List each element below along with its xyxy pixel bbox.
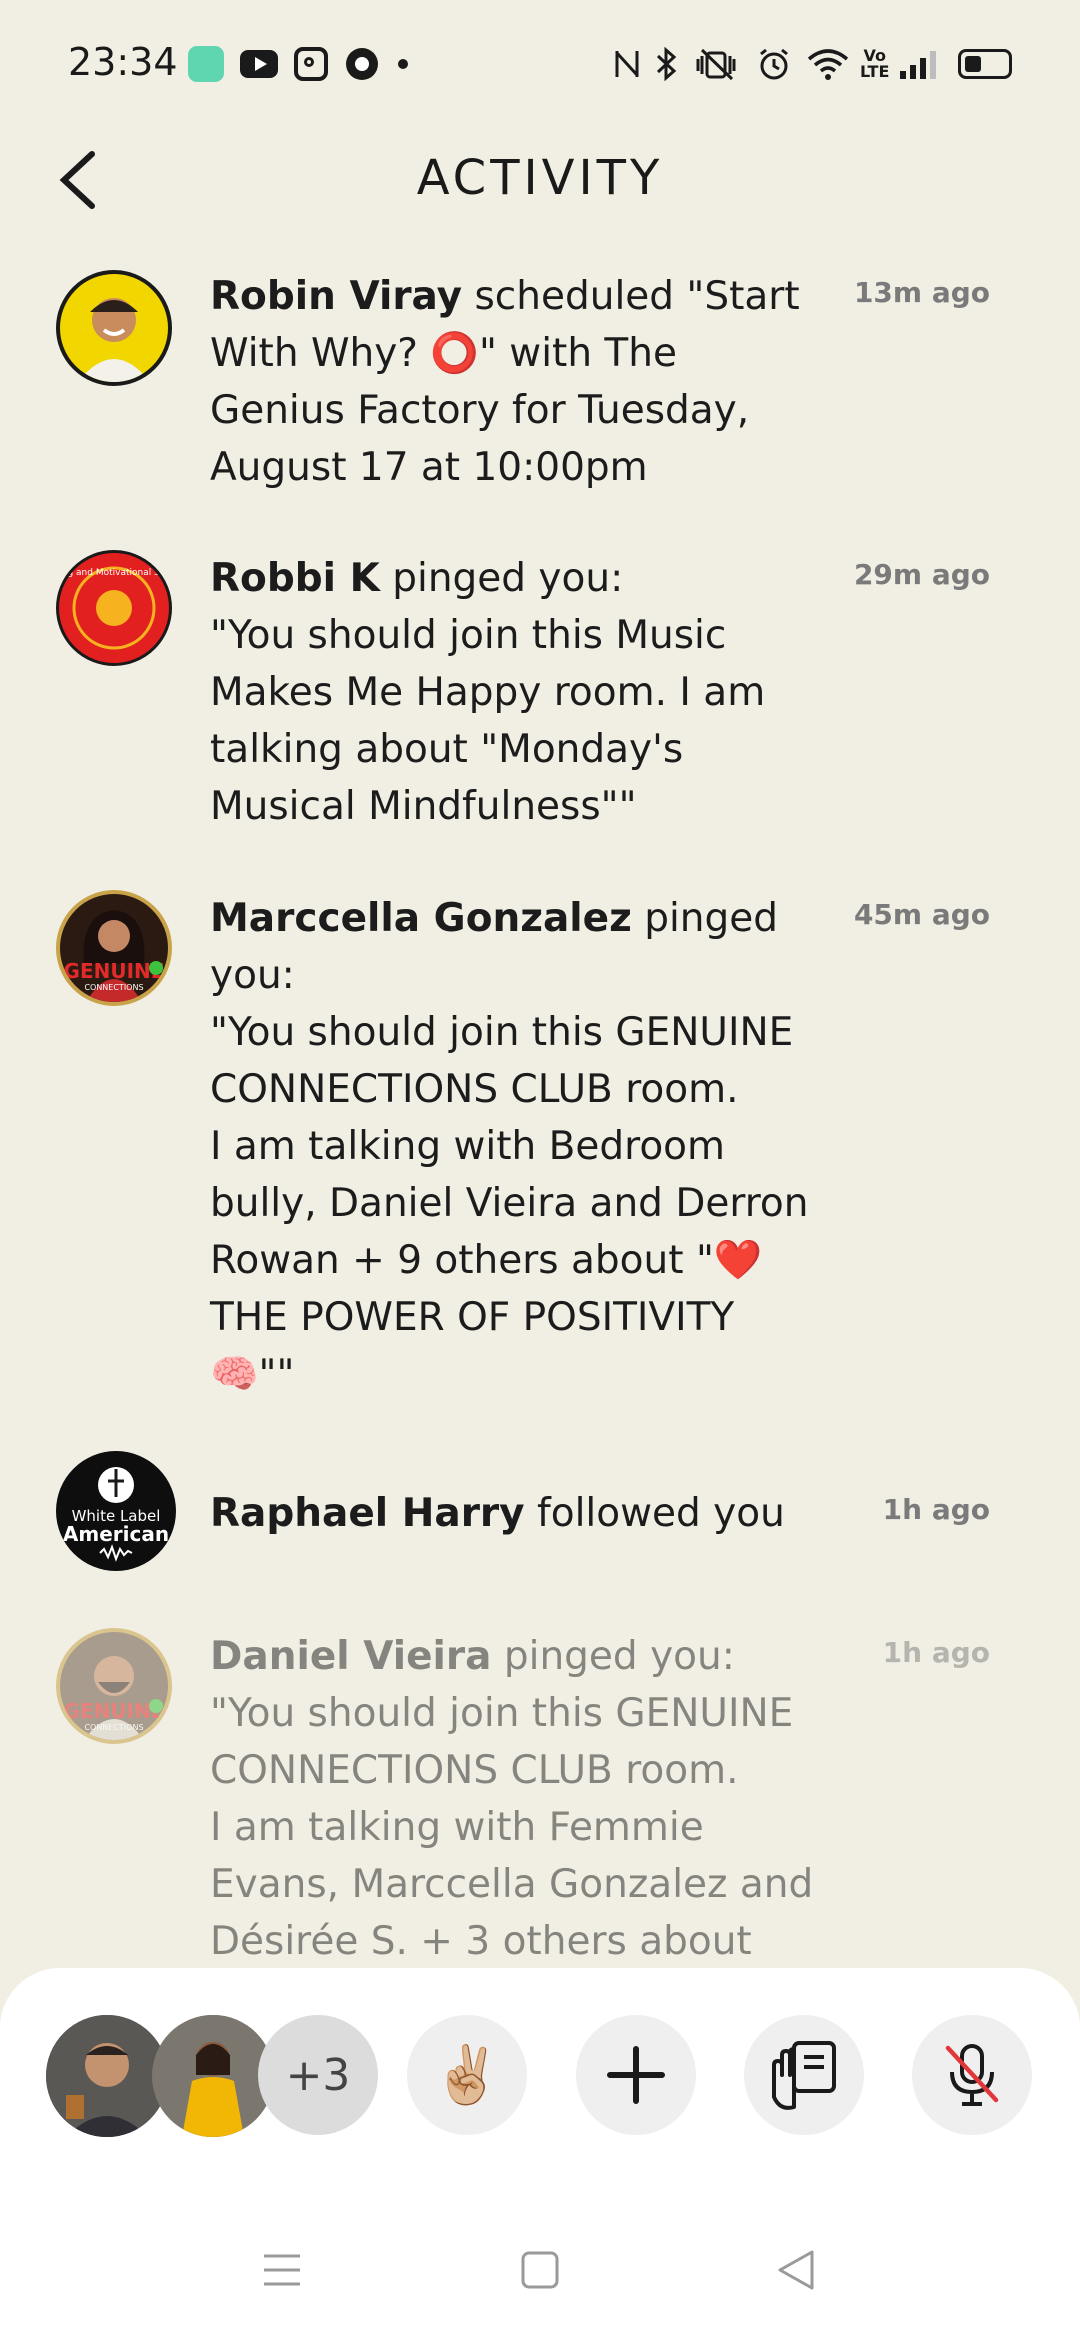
activity-text: Marccella Gonzalez pinged you: "You shou… xyxy=(210,896,809,1397)
clock: 23:34 xyxy=(68,40,178,84)
activity-text: Robin Viray scheduled "Start With Why? ⭕… xyxy=(210,274,800,490)
home-button[interactable] xyxy=(510,2240,570,2300)
timestamp: 1h ago xyxy=(882,1493,990,1526)
system-back-button[interactable] xyxy=(766,2240,826,2300)
triangle-back-icon xyxy=(778,2250,814,2290)
user-name[interactable]: Daniel Vieira xyxy=(210,1634,491,1679)
nfc-icon xyxy=(612,46,642,82)
timestamp: 1h ago xyxy=(882,1636,990,1669)
online-indicator-icon xyxy=(149,1699,163,1713)
plus-icon xyxy=(607,2046,665,2104)
avatar[interactable]: GENUINE CONNECTIONS xyxy=(56,890,172,1006)
raise-hand-button[interactable]: ✌🏼 xyxy=(407,2015,527,2135)
avatar-sublabel: CONNECTIONS xyxy=(84,983,143,992)
chat-app-icon xyxy=(188,46,224,82)
avatar-sublabel: American xyxy=(63,1522,169,1546)
avatar[interactable]: White Label American xyxy=(56,1451,176,1571)
avatar-label: GENUINE xyxy=(64,959,165,983)
online-indicator-icon xyxy=(149,961,163,975)
activity-text: Robbi K pinged you: "You should join thi… xyxy=(210,556,766,829)
chrome-icon xyxy=(346,46,378,82)
youtube-icon xyxy=(240,46,278,82)
add-button[interactable] xyxy=(576,2015,696,2135)
hand-list-icon xyxy=(772,2041,836,2110)
timestamp: 29m ago xyxy=(853,558,990,591)
activity-text: Raphael Harry followed you xyxy=(210,1491,785,1536)
bluetooth-icon xyxy=(654,46,678,82)
avatar[interactable]: Healing and Motivational Summit xyxy=(56,550,172,666)
volte-icon: Vo LTE xyxy=(860,46,890,81)
notification-dot-icon xyxy=(398,46,408,82)
timestamp: 13m ago xyxy=(853,276,990,309)
more-speakers-count[interactable]: +3 xyxy=(258,2015,378,2135)
avatar[interactable] xyxy=(56,270,172,386)
instagram-icon xyxy=(294,46,328,82)
hand-raise-queue-button[interactable] xyxy=(744,2015,864,2135)
user-name[interactable]: Raphael Harry xyxy=(210,1491,525,1536)
battery-icon xyxy=(958,46,1012,82)
activity-item[interactable]: GENUINE CONNECTIONS Daniel Vieira pinged … xyxy=(0,1628,1080,1968)
timestamp: 45m ago xyxy=(853,898,990,931)
microphone-muted-icon xyxy=(945,2044,999,2106)
avatar[interactable]: GENUINE CONNECTIONS xyxy=(56,1628,172,1744)
page-title: ACTIVITY xyxy=(416,150,664,206)
square-icon xyxy=(521,2251,559,2289)
avatar-label: GENUINE xyxy=(64,1699,165,1723)
speaker-avatar[interactable] xyxy=(46,2015,168,2137)
recent-apps-button[interactable] xyxy=(252,2240,312,2300)
status-bar: 23:34 Vo LTE xyxy=(0,0,1080,130)
user-name[interactable]: Robin Viray xyxy=(210,274,462,319)
avatar-label: Healing and Motivational Summit xyxy=(59,568,169,578)
menu-icon xyxy=(264,2254,300,2286)
speaker-avatar[interactable] xyxy=(152,2015,274,2137)
mute-microphone-button[interactable] xyxy=(912,2015,1032,2135)
avatar-sublabel: CONNECTIONS xyxy=(84,1723,143,1732)
user-name[interactable]: Robbi K xyxy=(210,556,380,601)
activity-text: Daniel Vieira pinged you: "You should jo… xyxy=(210,1634,814,1964)
victory-hand-icon: ✌🏼 xyxy=(432,2043,502,2108)
vibrate-icon xyxy=(692,46,740,82)
wifi-icon xyxy=(806,46,850,82)
signal-icon xyxy=(898,46,938,82)
user-name[interactable]: Marccella Gonzalez xyxy=(210,896,632,941)
alarm-icon xyxy=(756,46,792,82)
